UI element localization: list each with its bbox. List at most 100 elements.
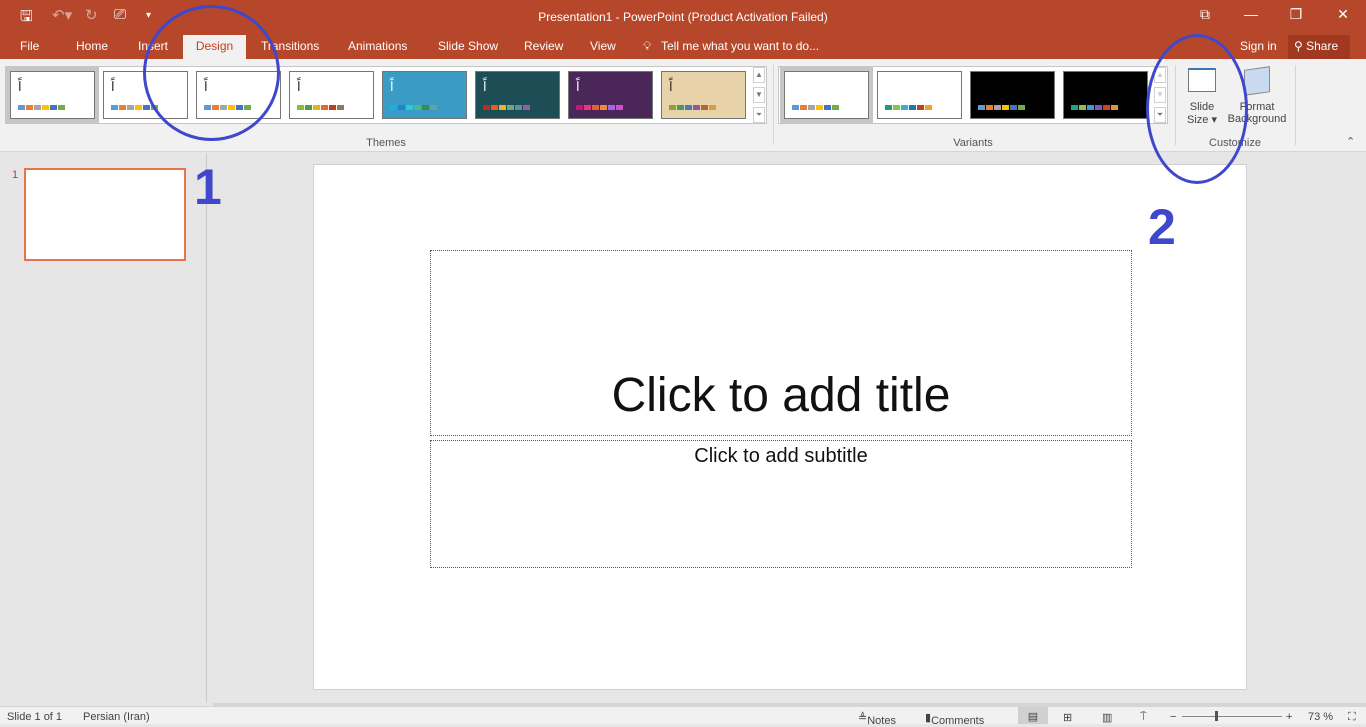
- gallery-scroll-up[interactable]: ▲: [753, 67, 765, 83]
- color-swatch: [986, 105, 993, 110]
- color-swatch: [34, 105, 41, 110]
- color-swatch: [808, 105, 815, 110]
- color-swatch: [26, 105, 33, 110]
- color-swatch: [337, 105, 344, 110]
- title-placeholder[interactable]: Click to add title: [430, 250, 1132, 436]
- color-swatch: [669, 105, 676, 110]
- color-swatches: [483, 105, 530, 110]
- theme-preview-glyph: اً: [111, 80, 115, 95]
- theme-thumbnail[interactable]: اً: [382, 71, 467, 119]
- color-swatch: [119, 105, 126, 110]
- close-icon[interactable]: ✕: [1333, 6, 1353, 23]
- color-swatches: [885, 105, 932, 110]
- theme-preview-glyph: اً: [18, 80, 22, 95]
- theme-thumbnail[interactable]: اً: [568, 71, 653, 119]
- color-swatch: [111, 105, 118, 110]
- annotation-number-1: 1: [194, 159, 222, 215]
- theme-preview-glyph: اً: [297, 80, 301, 95]
- lightbulb-icon: 💡︎: [643, 39, 652, 53]
- variant-thumbnail[interactable]: [877, 71, 962, 119]
- save-icon[interactable]: 🖫: [20, 6, 33, 31]
- theme-preview-glyph: اً: [390, 80, 394, 95]
- zoom-slider-thumb[interactable]: [1215, 711, 1218, 721]
- customize-dropdown-icon[interactable]: ▾: [146, 10, 151, 21]
- variant-thumbnail[interactable]: [1063, 71, 1148, 119]
- comments-button[interactable]: ▮ Comments: [925, 711, 984, 727]
- zoom-level[interactable]: 73 %: [1308, 711, 1333, 723]
- normal-view-icon[interactable]: ▤: [1018, 707, 1048, 724]
- color-swatch: [1103, 105, 1110, 110]
- fit-to-window-icon[interactable]: ⛶: [1348, 711, 1356, 724]
- collapse-ribbon-icon[interactable]: ⌃: [1346, 135, 1355, 148]
- slide-thumbnail-1[interactable]: [24, 168, 186, 261]
- share-label: Share: [1306, 39, 1339, 53]
- color-swatch: [390, 105, 397, 110]
- annotation-circle-2: [1146, 34, 1248, 184]
- color-swatch: [576, 105, 583, 110]
- theme-thumbnail[interactable]: اً: [475, 71, 560, 119]
- color-swatch: [909, 105, 916, 110]
- color-swatch: [1111, 105, 1118, 110]
- color-swatch: [50, 105, 57, 110]
- present-from-start-icon[interactable]: ⎚: [114, 6, 126, 23]
- reading-view-icon[interactable]: ▥: [1102, 711, 1112, 724]
- restore-icon[interactable]: ❐: [1286, 6, 1306, 23]
- color-swatch: [321, 105, 328, 110]
- theme-thumbnail[interactable]: اً: [289, 71, 374, 119]
- ribbon-display-icon[interactable]: ⧉: [1195, 6, 1215, 23]
- zoom-out-button[interactable]: −: [1170, 711, 1176, 723]
- color-swatch: [414, 105, 421, 110]
- slide-canvas: Click to add title Click to add subtitle: [313, 164, 1247, 690]
- tab-slide-show[interactable]: Slide Show: [438, 39, 498, 53]
- color-swatches: [792, 105, 839, 110]
- share-button[interactable]: ⚲ Share: [1288, 35, 1350, 59]
- tab-home[interactable]: Home: [76, 39, 108, 53]
- redo-icon[interactable]: ↻: [85, 6, 98, 24]
- zoom-slider-track[interactable]: [1182, 716, 1282, 717]
- slide-number: 1: [12, 169, 19, 181]
- variant-thumbnail[interactable]: [780, 67, 873, 123]
- tab-file[interactable]: File: [20, 39, 39, 53]
- color-swatch: [1071, 105, 1078, 110]
- sign-in-link[interactable]: Sign in: [1240, 39, 1277, 53]
- slide-thumbnails-pane: 1: [0, 153, 207, 703]
- color-swatch: [406, 105, 413, 110]
- tab-animations[interactable]: Animations: [348, 39, 407, 53]
- theme-thumbnail[interactable]: اً: [6, 67, 99, 123]
- color-swatch: [1010, 105, 1017, 110]
- color-swatch: [18, 105, 25, 110]
- undo-icon[interactable]: ↶▾: [52, 6, 72, 24]
- variant-thumbnail[interactable]: [970, 71, 1055, 119]
- color-swatch: [499, 105, 506, 110]
- themes-group-label: Themes: [366, 137, 406, 149]
- gallery-scroll-down[interactable]: ▼: [753, 87, 765, 103]
- color-swatch: [917, 105, 924, 110]
- color-swatch: [925, 105, 932, 110]
- zoom-in-button[interactable]: +: [1286, 711, 1292, 723]
- color-swatch: [816, 105, 823, 110]
- color-swatch: [127, 105, 134, 110]
- minimize-icon[interactable]: —: [1241, 6, 1261, 22]
- subtitle-placeholder[interactable]: Click to add subtitle: [430, 440, 1132, 568]
- annotation-number-2: 2: [1148, 199, 1176, 255]
- color-swatches: [18, 105, 65, 110]
- color-swatch: [42, 105, 49, 110]
- color-swatch: [523, 105, 530, 110]
- color-swatch: [994, 105, 1001, 110]
- color-swatch: [600, 105, 607, 110]
- variants-group-label: Variants: [953, 137, 993, 149]
- notes-button[interactable]: ≜ Notes: [858, 711, 896, 727]
- tell-me-search[interactable]: Tell me what you want to do...: [661, 39, 819, 53]
- theme-thumbnail[interactable]: اً: [661, 71, 746, 119]
- slide-sorter-icon[interactable]: ⊞: [1063, 711, 1072, 724]
- color-swatch: [143, 105, 150, 110]
- color-swatch: [483, 105, 490, 110]
- gallery-more[interactable]: ⏷: [753, 107, 765, 123]
- color-swatch: [135, 105, 142, 110]
- color-swatch: [616, 105, 623, 110]
- slideshow-icon[interactable]: ⍑: [1140, 711, 1147, 724]
- language[interactable]: Persian (Iran): [83, 711, 150, 723]
- tab-review[interactable]: Review: [524, 39, 563, 53]
- color-swatch: [515, 105, 522, 110]
- tab-view[interactable]: View: [590, 39, 616, 53]
